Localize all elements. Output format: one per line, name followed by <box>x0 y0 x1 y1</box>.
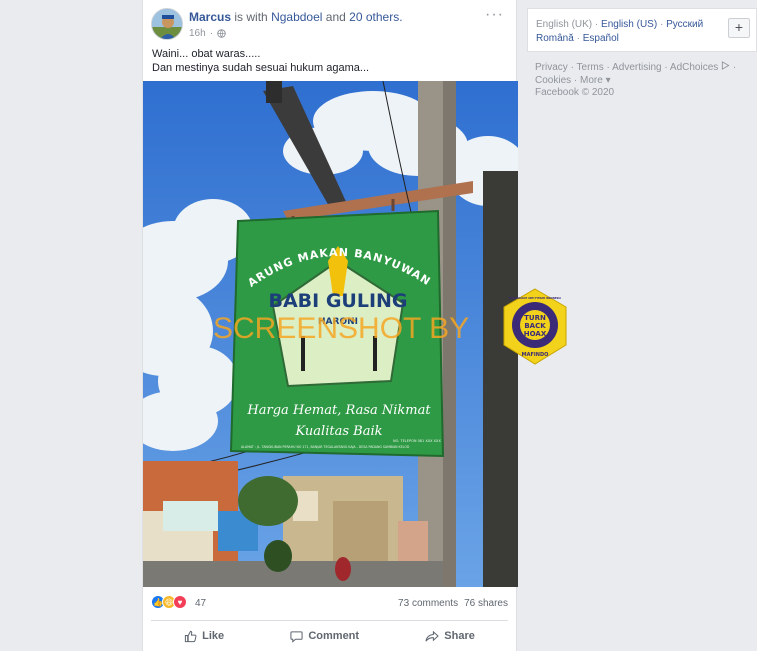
right-sidebar: English (UK) · English (US) · Русский Ro… <box>527 0 757 651</box>
photo-canvas: WARUNG MAKAN BANYUWANGI BABI GULING HARO… <box>143 81 518 587</box>
adchoices-link[interactable]: AdChoices <box>670 62 718 73</box>
share-button-label: Share <box>444 630 475 642</box>
terms-link[interactable]: Terms <box>577 62 604 73</box>
and-text: and <box>325 10 346 24</box>
others-link[interactable]: 20 others. <box>349 10 402 24</box>
lang-separator: · <box>659 19 664 30</box>
language-link-ro[interactable]: Română <box>536 33 574 44</box>
post-timestamp[interactable]: 16h <box>189 28 206 39</box>
like-button[interactable]: Like <box>184 630 224 643</box>
copyright-text: Facebook © 2020 <box>535 87 615 98</box>
tagged-friend-link[interactable]: Ngabdoel <box>271 10 322 24</box>
language-link-ru[interactable]: Русский <box>666 19 703 30</box>
engagement-counts: 73 comments 76 shares <box>398 598 508 609</box>
shares-count-link[interactable]: 76 shares <box>464 598 508 609</box>
post-photo[interactable]: WARUNG MAKAN BANYUWANGI BABI GULING HARO… <box>143 81 518 587</box>
share-arrow-icon <box>425 630 440 641</box>
reaction-icons[interactable]: 👍 😆 ♥ <box>151 595 187 609</box>
with-text: is with <box>234 10 268 24</box>
lang-separator: · <box>594 19 599 30</box>
like-button-label: Like <box>202 630 225 642</box>
love-reaction-icon: ♥ <box>173 595 187 609</box>
cookies-link[interactable]: Cookies <box>535 75 571 86</box>
dot-separator: · <box>209 28 214 39</box>
post-options-icon[interactable]: ··· <box>485 6 504 24</box>
sign-address-text: ALAMAT : JL. TANGKUBAN PERAHU NO 171, BA… <box>241 445 410 449</box>
post-meta: 16h · <box>189 28 226 39</box>
comments-count-link[interactable]: 73 comments <box>398 598 458 609</box>
share-button[interactable]: Share <box>425 630 475 643</box>
reaction-count[interactable]: 47 <box>195 598 206 609</box>
thumbs-up-icon <box>184 630 197 642</box>
chevron-down-icon[interactable]: ▾ <box>606 75 611 86</box>
building-edge <box>483 171 518 587</box>
author-avatar[interactable] <box>151 8 183 40</box>
comment-bubble-icon <box>290 630 303 643</box>
current-language: English (UK) <box>536 19 593 30</box>
globe-icon[interactable] <box>217 29 226 38</box>
post-header: Marcus is with Ngabdoel and 20 others. 1… <box>151 6 508 44</box>
street-scene <box>143 461 443 587</box>
actions-divider <box>151 620 508 621</box>
sign-phone-text: NO. TELEPON 081 XXX XXX <box>393 439 441 443</box>
language-link-es[interactable]: Español <box>583 33 619 44</box>
avatar-image <box>152 9 182 39</box>
language-selector: English (UK) · English (US) · Русский Ro… <box>527 8 757 52</box>
sign-tagline-1: Harga Hemat, Rasa Nikmat <box>246 403 431 418</box>
feed-post: Marcus is with Ngabdoel and 20 others. 1… <box>142 0 567 651</box>
post-actions: Like Comment Share <box>151 624 508 648</box>
adchoices-icon[interactable] <box>721 61 730 70</box>
add-language-button[interactable]: + <box>728 18 750 38</box>
language-list: English (UK) · English (US) · Русский Ro… <box>536 18 716 46</box>
sign-title-text: BABI GULING <box>268 290 407 312</box>
sign-tagline-2: Kualitas Baik <box>295 424 383 439</box>
language-link-en-us[interactable]: English (US) <box>601 19 657 30</box>
watermark-text: SCREENSHOT BY <box>213 312 469 345</box>
post-text-line: Waini... obat waras..... <box>152 48 261 60</box>
privacy-link[interactable]: Privacy <box>535 62 568 73</box>
footer-links: Privacy · Terms · Advertising · AdChoice… <box>535 61 737 86</box>
comment-button[interactable]: Comment <box>290 630 359 643</box>
advertising-link[interactable]: Advertising <box>612 62 661 73</box>
post-text: Waini... obat waras..... Dan mestinya su… <box>152 47 507 75</box>
reactions-bar: 👍 😆 ♥ 47 73 comments 76 shares <box>151 594 508 612</box>
more-link[interactable]: More <box>580 75 603 86</box>
post-text-line: Dan mestinya sudah sesuai hukum agama... <box>152 62 370 74</box>
comment-button-label: Comment <box>308 630 360 642</box>
author-line: Marcus is with Ngabdoel and 20 others. <box>189 10 403 24</box>
author-name-link[interactable]: Marcus <box>189 10 231 24</box>
lang-separator: · <box>576 33 580 44</box>
